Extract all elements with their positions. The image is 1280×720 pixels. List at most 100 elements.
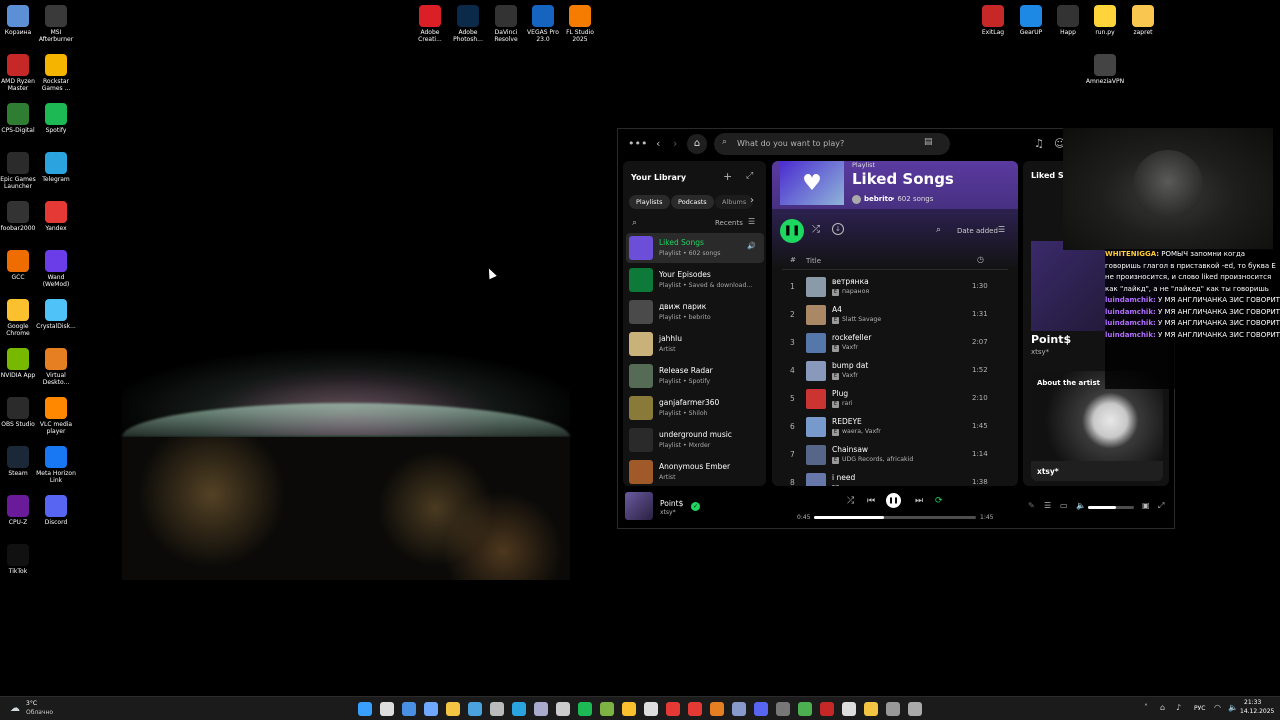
download-icon[interactable]: ↓ <box>832 223 844 235</box>
app3-icon[interactable] <box>666 702 680 716</box>
track-row[interactable]: 4 bump dat E Vaxfr 1:52 <box>772 358 1018 386</box>
right-artist-sub[interactable]: xtsy* <box>1031 348 1049 356</box>
chip-albums[interactable]: Albums <box>715 195 754 209</box>
minecraft-icon[interactable] <box>798 702 812 716</box>
play-pause-button[interactable]: ❚❚ <box>886 493 901 508</box>
desktop-shortcut[interactable]: TikTok <box>0 544 40 575</box>
volume-icon[interactable]: 🔈 <box>1076 501 1086 510</box>
chip-playlists[interactable]: Playlists <box>629 195 670 209</box>
date-added-sort[interactable]: Date added <box>957 227 998 235</box>
library-search-icon[interactable]: ⌕ <box>632 218 637 228</box>
search-input[interactable]: ⌕ What do you want to play? ▤ <box>714 133 950 155</box>
track-artist[interactable]: UDG Records, africakid <box>842 456 913 463</box>
track-row[interactable]: 1 ветрянка Eпараноя 1:30 <box>772 274 1018 302</box>
clock-time[interactable]: 21:33 <box>1244 699 1261 706</box>
library-item[interactable]: jahhlu Artist <box>626 329 764 359</box>
library-item[interactable]: движ парик Playlist • bebrito <box>626 297 764 327</box>
mini-player-icon[interactable]: ▣ <box>1142 501 1150 510</box>
copilot-icon[interactable] <box>424 702 438 716</box>
app6-icon[interactable] <box>820 702 834 716</box>
desktop-shortcut[interactable]: Wand (WeMod) <box>34 250 78 288</box>
saved-check-icon[interactable]: ✓ <box>691 502 700 511</box>
desktop-shortcut[interactable]: zapret <box>1121 5 1165 36</box>
tray-mic-icon[interactable]: ♪ <box>1176 703 1181 712</box>
happ-icon[interactable] <box>842 702 856 716</box>
previous-icon[interactable]: ⏮ <box>867 496 875 506</box>
start-icon[interactable] <box>358 702 372 716</box>
chip-podcasts[interactable]: Podcasts <box>671 195 714 209</box>
track-row[interactable]: 7 Chainsaw E UDG Records, africakid 1:14 <box>772 442 1018 470</box>
expand-icon[interactable]: ⤢ <box>746 171 753 181</box>
yandex-icon[interactable] <box>688 702 702 716</box>
tray-volume-icon[interactable]: 🔈 <box>1228 703 1238 712</box>
shuffle-icon[interactable]: ⤮ <box>812 224 820 235</box>
list-view-icon[interactable]: ☰ <box>748 217 755 226</box>
tray-chevron-icon[interactable]: ˄ <box>1144 703 1148 712</box>
browser-icon[interactable] <box>732 702 746 716</box>
lyrics-icon[interactable]: ✎ <box>1028 501 1035 510</box>
chevron-right-icon[interactable]: › <box>750 195 754 206</box>
pause-button[interactable]: ❚❚ <box>780 219 804 243</box>
bell-icon[interactable]: ♫ <box>1034 137 1044 150</box>
playlist-search-icon[interactable]: ⌕ <box>936 225 941 235</box>
tray-wifi-icon[interactable]: ◠ <box>1214 703 1221 712</box>
desktop-shortcut[interactable]: AmneziaVPN <box>1083 54 1127 85</box>
file-explorer-icon[interactable] <box>446 702 460 716</box>
right-artist-title[interactable]: Point$ <box>1031 333 1071 346</box>
fullscreen-icon[interactable]: ⤢ <box>1158 501 1164 511</box>
telegram-icon[interactable] <box>512 702 526 716</box>
add-icon[interactable]: + <box>723 170 732 183</box>
obs-icon[interactable] <box>644 702 658 716</box>
library-item[interactable]: Anonymous Ember Artist <box>626 457 764 486</box>
terminal-icon[interactable] <box>886 702 900 716</box>
app2-icon[interactable] <box>600 702 614 716</box>
app8-icon[interactable] <box>908 702 922 716</box>
track-row[interactable]: 2 A4 E Slatt Savage 1:31 <box>772 302 1018 330</box>
app7-icon[interactable] <box>864 702 878 716</box>
discord-icon[interactable] <box>754 702 768 716</box>
library-item[interactable]: underground music Playlist • Mxrder <box>626 425 764 455</box>
track-title[interactable]: bump dat <box>832 361 868 370</box>
tray-network-icon[interactable]: ⌂ <box>1160 703 1165 712</box>
chrome-icon[interactable] <box>622 702 636 716</box>
desktop-shortcut[interactable]: CrystalDisk... <box>34 299 78 330</box>
track-title[interactable]: i need <box>832 473 855 482</box>
search-icon[interactable] <box>380 702 394 716</box>
track-row[interactable]: 3 rockefeller E Vaxfr 2:07 <box>772 330 1018 358</box>
desktop-shortcut[interactable]: Virtual Deskto... <box>34 348 78 386</box>
sort-list-icon[interactable]: ☰ <box>998 225 1005 234</box>
track-title[interactable]: REDEYE <box>832 417 862 426</box>
library-sort[interactable]: Recents <box>715 219 743 227</box>
volume-slider[interactable] <box>1088 506 1134 509</box>
task-view-icon[interactable] <box>402 702 416 716</box>
store-icon[interactable] <box>490 702 504 716</box>
back-arrow-icon[interactable]: ‹ <box>656 137 660 150</box>
desktop-shortcut[interactable]: VLC media player <box>34 397 78 435</box>
track-title[interactable]: Plug <box>832 389 848 398</box>
app5-icon[interactable] <box>776 702 790 716</box>
clock-date[interactable]: 14.12.2025 <box>1240 708 1274 715</box>
desktop-shortcut[interactable]: Rockstar Games ... <box>34 54 78 92</box>
now-playing-artist[interactable]: xtsy* <box>660 509 676 516</box>
language-indicator[interactable]: РУС <box>1194 705 1205 712</box>
track-artist[interactable]: waera, Vaxfr <box>842 428 881 435</box>
library-item[interactable]: Release Radar Playlist • Spotify <box>626 361 764 391</box>
track-title[interactable]: Chainsaw <box>832 445 868 454</box>
spotify-icon[interactable] <box>578 702 592 716</box>
weather-icon[interactable]: ☁ <box>10 703 20 714</box>
track-title[interactable]: ветрянка <box>832 277 869 286</box>
desktop-shortcut[interactable]: Spotify <box>34 103 78 134</box>
desktop-shortcut[interactable]: Yandex <box>34 201 78 232</box>
steam-icon[interactable] <box>534 702 548 716</box>
queue-icon[interactable]: ☰ <box>1044 501 1051 510</box>
track-row[interactable]: 6 REDEYE Ewaera, Vaxfr 1:45 <box>772 414 1018 442</box>
library-item[interactable]: ganjafarmer360 Playlist • Shiloh <box>626 393 764 423</box>
track-row[interactable]: 5 Plug Erari 2:10 <box>772 386 1018 414</box>
track-artist[interactable]: Slatt Savage <box>842 316 881 323</box>
track-artist[interactable]: параноя <box>842 288 869 295</box>
track-title[interactable]: rockefeller <box>832 333 871 342</box>
browse-icon[interactable]: ▤ <box>924 137 933 147</box>
track-artist[interactable]: Vaxfr <box>842 344 858 351</box>
track-artist[interactable]: rari <box>842 400 853 407</box>
app4-icon[interactable] <box>710 702 724 716</box>
